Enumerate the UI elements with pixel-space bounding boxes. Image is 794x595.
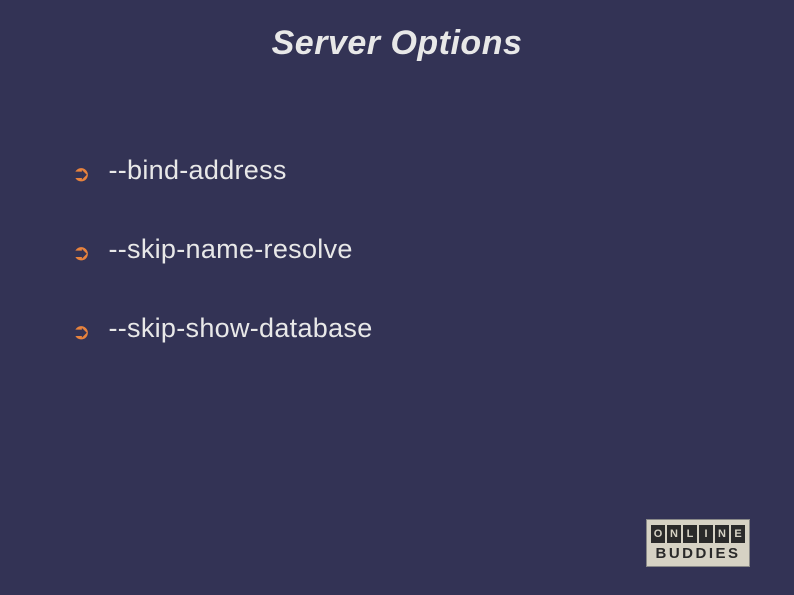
logo-letter: I — [699, 525, 713, 543]
slide-content: ➲ --bind-address ➲ --skip-name-resolve ➲… — [0, 63, 794, 344]
list-item: ➲ --skip-name-resolve — [72, 234, 794, 265]
logo-bottom-text: BUDDIES — [655, 545, 740, 562]
logo-letter: L — [683, 525, 697, 543]
slide: Server Options ➲ --bind-address ➲ --skip… — [0, 0, 794, 595]
bullet-icon: ➲ — [72, 321, 90, 343]
logo-letter: O — [651, 525, 665, 543]
list-item: ➲ --bind-address — [72, 155, 794, 186]
bullet-icon: ➲ — [72, 163, 90, 185]
logo-top-row: O N L I N E — [651, 525, 745, 543]
list-item-text: --bind-address — [108, 155, 286, 186]
logo-letter: E — [731, 525, 745, 543]
logo-letter: N — [715, 525, 729, 543]
bullet-icon: ➲ — [72, 242, 90, 264]
logo-online-buddies: O N L I N E BUDDIES — [646, 519, 750, 567]
list-item: ➲ --skip-show-database — [72, 313, 794, 344]
list-item-text: --skip-name-resolve — [108, 234, 352, 265]
list-item-text: --skip-show-database — [108, 313, 372, 344]
logo-letter: N — [667, 525, 681, 543]
slide-title: Server Options — [0, 0, 794, 63]
